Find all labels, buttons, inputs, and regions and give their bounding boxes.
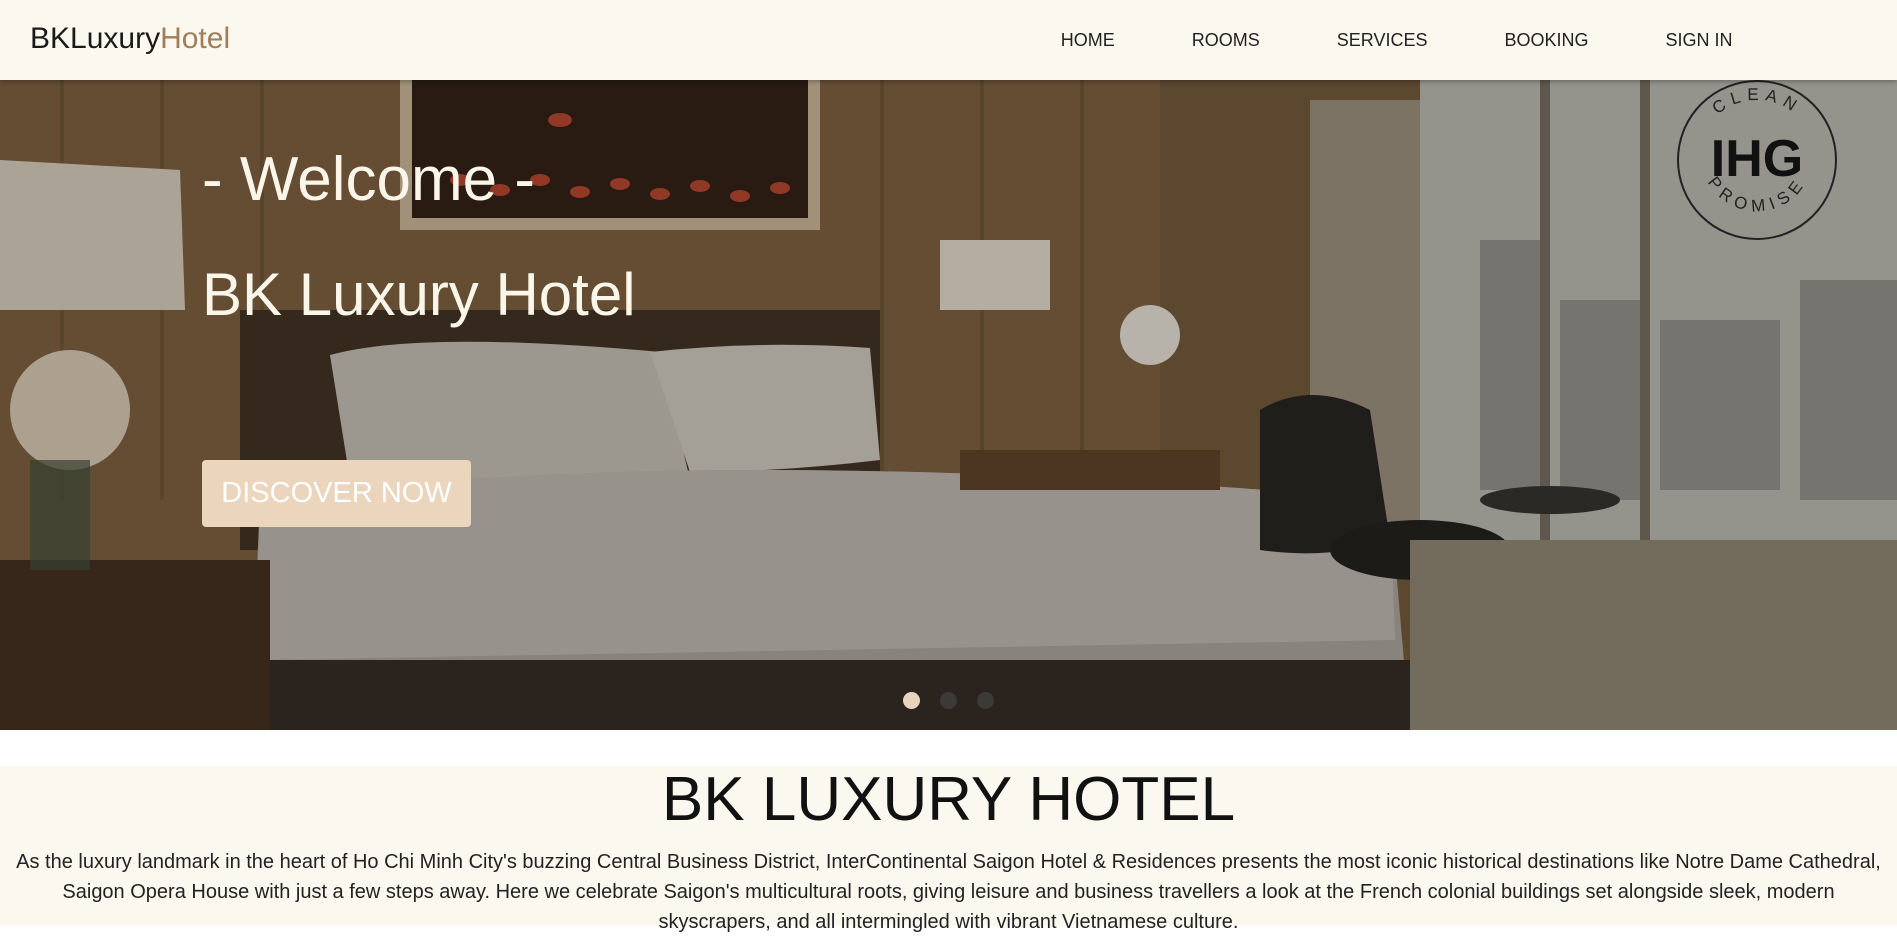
badge-top-text: CLEAN bbox=[1709, 85, 1799, 118]
ihg-clean-promise-logo: CLEAN IHG PROMISE bbox=[1677, 80, 1837, 240]
hero-welcome-text: - Welcome - bbox=[202, 145, 536, 214]
hero-carousel: CLEAN IHG PROMISE - Welcome - BK Luxury … bbox=[0, 80, 1897, 730]
main-nav: HOME ROOMS SERVICES BOOKING SIGN IN bbox=[1022, 0, 1771, 80]
nav-services[interactable]: SERVICES bbox=[1298, 0, 1466, 80]
logo-accent: Hotel bbox=[160, 22, 231, 55]
nav-home[interactable]: HOME bbox=[1022, 0, 1153, 80]
about-title: BK LUXURY HOTEL bbox=[661, 765, 1236, 834]
site-logo[interactable]: BKLuxuryHotel bbox=[30, 22, 230, 56]
logo-primary: BKLuxury bbox=[30, 22, 161, 55]
svg-text:CLEAN: CLEAN bbox=[1709, 85, 1805, 118]
nav-booking[interactable]: BOOKING bbox=[1466, 0, 1627, 80]
site-header: BKLuxuryHotel HOME ROOMS SERVICES BOOKIN… bbox=[0, 0, 1897, 80]
carousel-dot-1[interactable] bbox=[903, 692, 920, 709]
hero-hotel-name: BK Luxury Hotel bbox=[202, 261, 636, 328]
badge-brand-text: IHG bbox=[1711, 130, 1803, 188]
nav-sign-in[interactable]: SIGN IN bbox=[1627, 0, 1771, 80]
carousel-indicators bbox=[903, 692, 994, 709]
about-description: As the luxury landmark in the heart of H… bbox=[16, 851, 1881, 933]
carousel-dot-2[interactable] bbox=[940, 692, 957, 709]
carousel-dot-3[interactable] bbox=[977, 692, 994, 709]
nav-rooms[interactable]: ROOMS bbox=[1153, 0, 1298, 80]
discover-now-button[interactable]: DISCOVER NOW bbox=[202, 460, 471, 527]
about-section: BK LUXURY HOTEL As the luxury landmark i… bbox=[0, 765, 1897, 933]
